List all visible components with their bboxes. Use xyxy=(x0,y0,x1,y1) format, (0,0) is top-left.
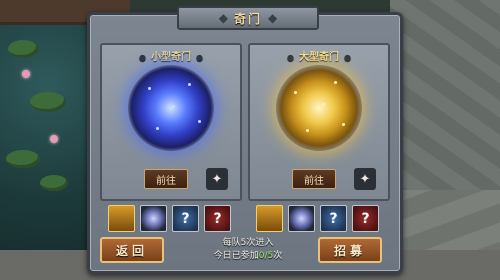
large-qimen-go-button[interactable]: 前往 xyxy=(292,169,336,189)
blue-energy-orb-icon xyxy=(128,65,214,151)
ornament-icon: ◆ xyxy=(218,11,228,25)
daily-count-value: 0/5 xyxy=(258,251,274,261)
qimen-dialog: ◆ 奇门 ◆ ● 小型奇门 ● 前往 ✦ ● 大型奇门 ● 前往 ✦ ? ? ?… xyxy=(87,6,403,274)
dialog-title: 奇门 xyxy=(233,11,262,26)
dark-gem-icon[interactable] xyxy=(288,205,315,232)
question-mark-icon[interactable]: ? xyxy=(172,205,199,232)
dark-gem-icon[interactable] xyxy=(140,205,167,232)
treasure-chest-icon[interactable] xyxy=(108,205,135,232)
back-button[interactable]: 返回 xyxy=(100,237,164,263)
recruit-button[interactable]: 招募 xyxy=(318,237,382,263)
title-plate: ◆ 奇门 ◆ xyxy=(177,6,319,30)
daily-count-text: 今日已参加0/5次 xyxy=(213,251,283,261)
large-qimen-panel: ● 大型奇门 ● 前往 ✦ xyxy=(248,43,390,201)
lily-pad xyxy=(8,40,38,58)
ornament-icon: ◆ xyxy=(268,11,278,25)
question-mark-icon[interactable]: ? xyxy=(320,205,347,232)
question-mark-icon[interactable]: ? xyxy=(204,205,231,232)
lily-pad xyxy=(30,92,66,112)
sparkle-icon[interactable]: ✦ xyxy=(206,168,228,190)
treasure-chest-icon[interactable] xyxy=(256,205,283,232)
large-qimen-title: 大型奇门 xyxy=(299,52,339,63)
small-qimen-go-button[interactable]: 前往 xyxy=(144,169,188,189)
lily-pad xyxy=(6,150,40,168)
lotus-flower xyxy=(22,70,30,78)
small-qimen-title: 小型奇门 xyxy=(151,52,191,63)
lily-pad xyxy=(40,175,68,191)
panel-header: ● 小型奇门 ● xyxy=(139,52,203,63)
lotus-flower xyxy=(50,135,58,143)
entry-rule-text: 每队5次进入 xyxy=(222,238,274,248)
gold-energy-orb-icon xyxy=(276,65,362,151)
sparkle-icon[interactable]: ✦ xyxy=(354,168,376,190)
question-mark-icon[interactable]: ? xyxy=(352,205,379,232)
panel-header: ● 大型奇门 ● xyxy=(287,52,351,63)
small-qimen-panel: ● 小型奇门 ● 前往 ✦ xyxy=(100,43,242,201)
entry-info: 每队5次进入 今日已参加0/5次 xyxy=(185,237,311,263)
